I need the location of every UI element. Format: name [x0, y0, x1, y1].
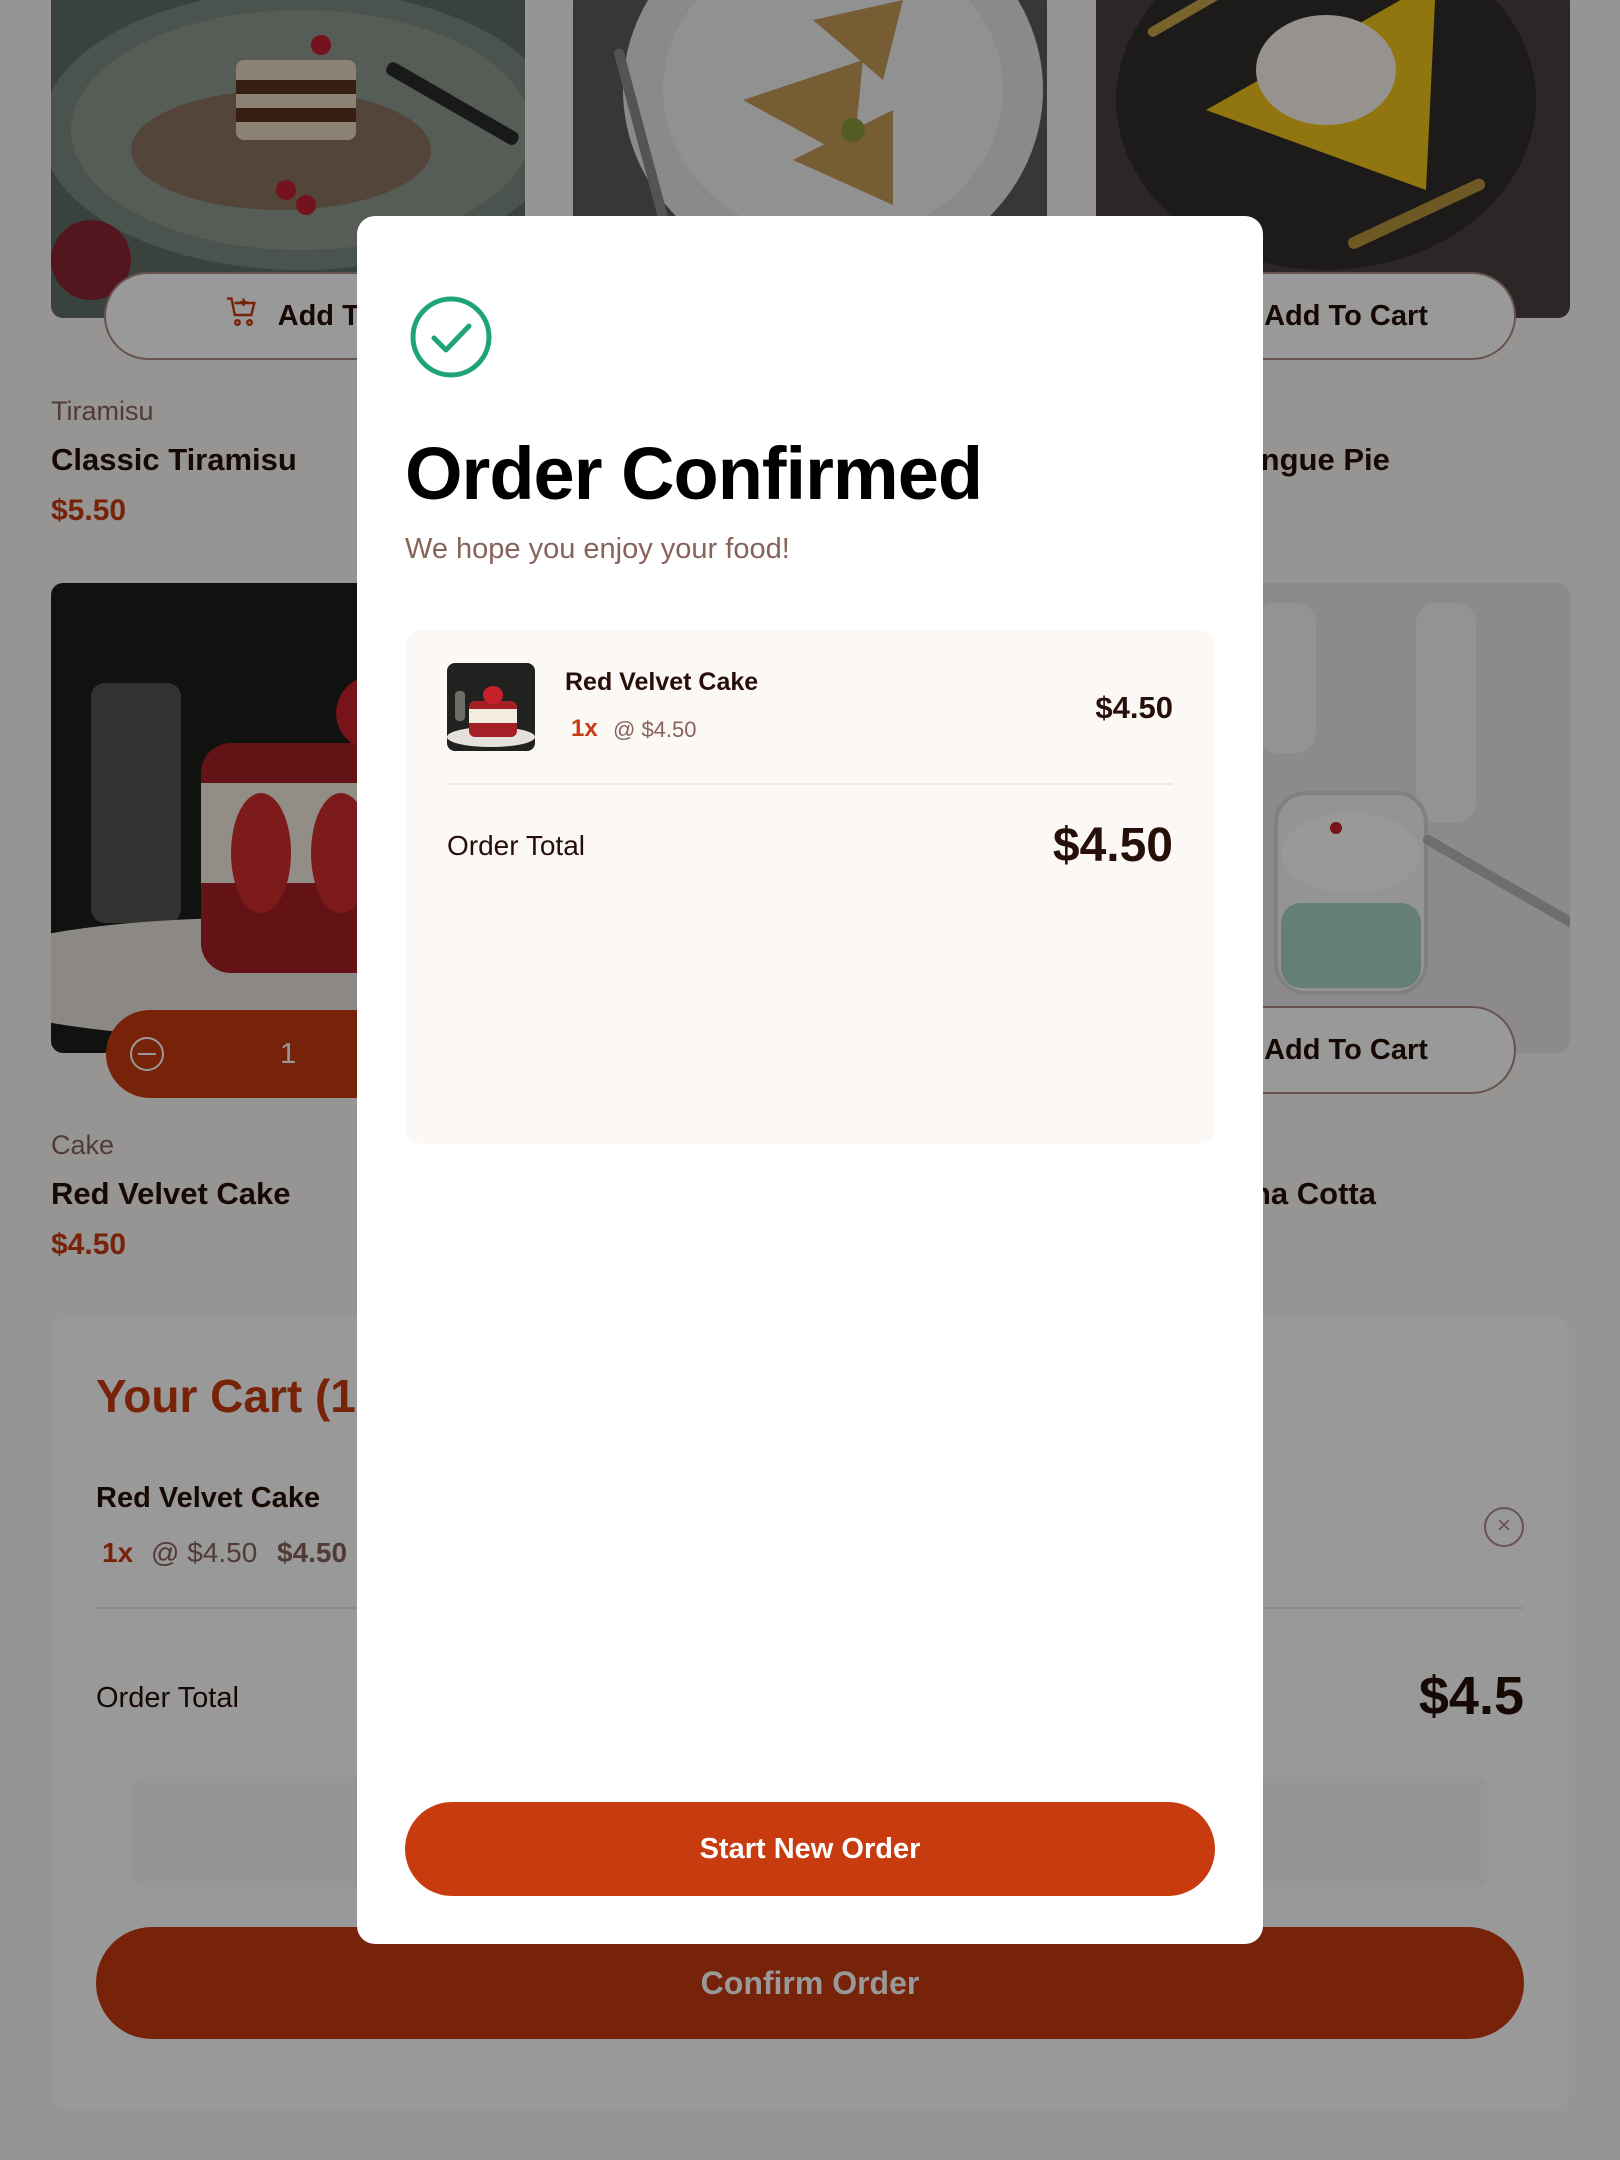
order-item-unit-price: @ $4.50	[613, 717, 697, 742]
order-item-quantity: 1x	[571, 715, 598, 742]
start-new-order-button[interactable]: Start New Order	[405, 1802, 1215, 1896]
modal-subtitle: We hope you enjoy your food!	[405, 533, 790, 565]
order-total-value: $4.50	[1052, 819, 1173, 872]
order-summary: Red Velvet Cake 1x @ $4.50 $4.50 Order T…	[405, 630, 1215, 1144]
order-item-price: $4.50	[1095, 690, 1173, 725]
order-confirmed-check-icon	[410, 296, 492, 383]
order-total-label: Order Total	[447, 830, 585, 861]
modal-title: Order Confirmed	[405, 432, 983, 515]
order-item-thumbnail	[447, 663, 535, 751]
divider	[447, 783, 1173, 785]
start-new-order-label: Start New Order	[699, 1832, 921, 1865]
order-confirmed-modal: Order Confirmed We hope you enjoy your f…	[357, 216, 1263, 1944]
order-item-name: Red Velvet Cake	[565, 668, 759, 696]
